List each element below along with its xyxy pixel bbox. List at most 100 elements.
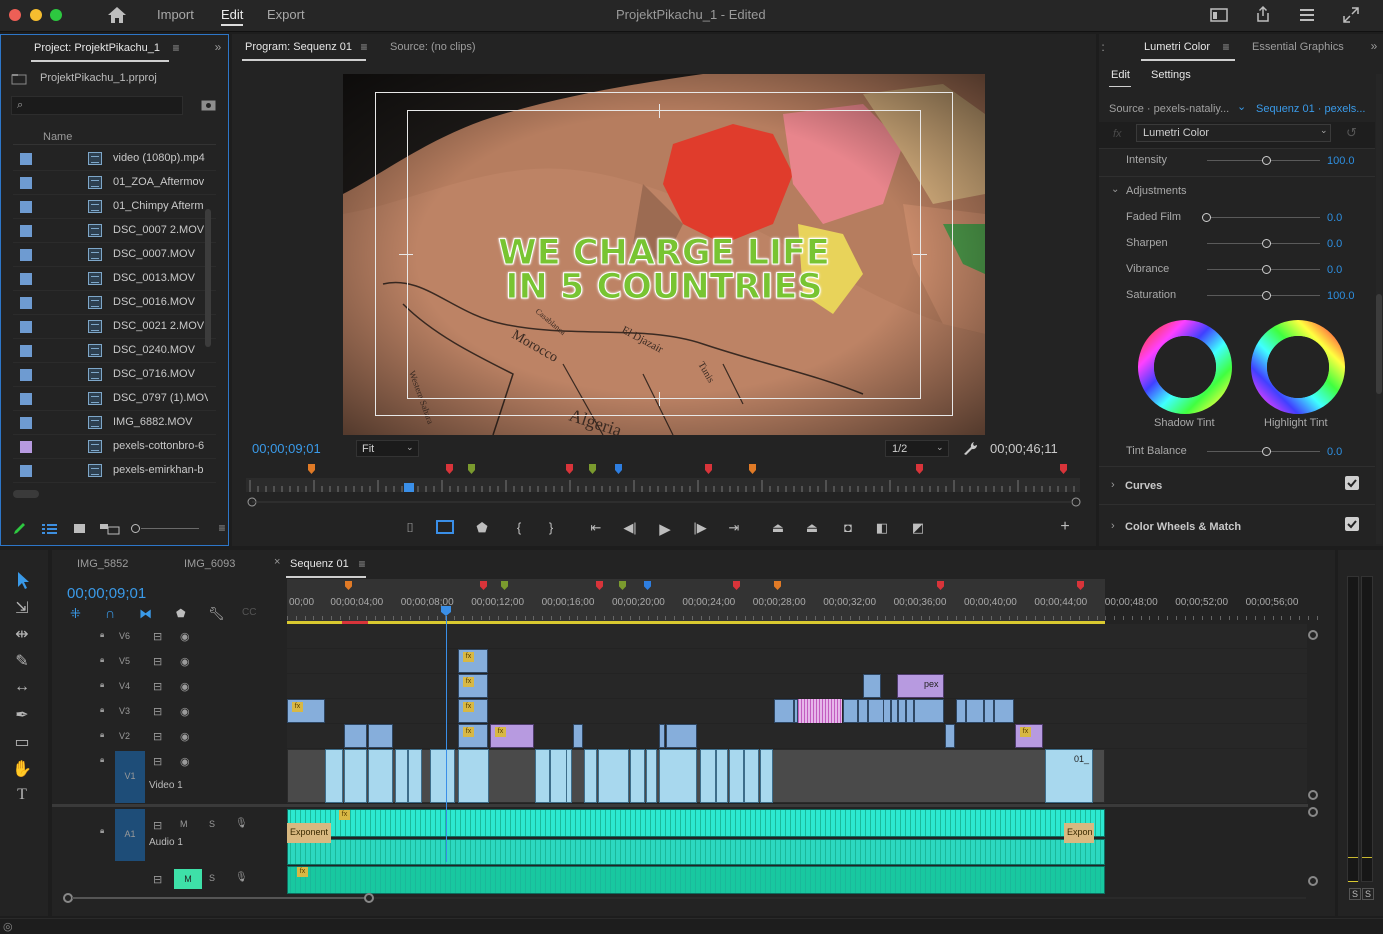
clip[interactable] bbox=[368, 749, 393, 803]
color-wheels-checkbox[interactable] bbox=[1345, 517, 1359, 531]
eye-icon[interactable]: ◉ bbox=[180, 655, 194, 668]
new-bin-icon[interactable] bbox=[201, 99, 216, 111]
sequence-marker[interactable] bbox=[1060, 464, 1067, 474]
lock-icon[interactable]: 🔒︎ bbox=[100, 730, 110, 742]
label-color-swatch[interactable] bbox=[20, 465, 32, 477]
sequence-marker[interactable] bbox=[446, 464, 453, 474]
adjustments-label[interactable]: Adjustments bbox=[1126, 185, 1187, 197]
step-back-button[interactable]: ◀| bbox=[620, 520, 640, 536]
label-color-swatch[interactable] bbox=[20, 201, 32, 213]
label-color-swatch[interactable] bbox=[20, 153, 32, 165]
search-input[interactable]: ⌕ bbox=[11, 96, 183, 115]
hscroll-thumb[interactable] bbox=[72, 897, 366, 899]
label-color-swatch[interactable] bbox=[20, 177, 32, 189]
lift-button[interactable]: ⏏ bbox=[768, 520, 788, 536]
sequence-marker[interactable] bbox=[749, 464, 756, 474]
clip[interactable] bbox=[430, 749, 455, 803]
timeline-marker[interactable] bbox=[774, 581, 781, 590]
lumetri-scrollbar[interactable] bbox=[1376, 74, 1382, 544]
panel-layout-icon[interactable] bbox=[1210, 7, 1228, 23]
list-item[interactable]: IMG_6882.MOV bbox=[13, 411, 216, 435]
list-item[interactable]: pexels-emirkhan-b bbox=[13, 459, 216, 483]
clip[interactable] bbox=[966, 699, 984, 723]
list-item[interactable]: pexels-cottonbro-6 bbox=[13, 435, 216, 459]
tab-essential-graphics[interactable]: Essential Graphics bbox=[1252, 41, 1344, 53]
slider-value[interactable]: 100.0 bbox=[1327, 290, 1355, 302]
clip[interactable] bbox=[700, 749, 716, 803]
sync-lock-icon[interactable]: ⊟ bbox=[153, 755, 167, 768]
lock-icon[interactable]: 🔒︎ bbox=[100, 630, 110, 642]
mark-out-button[interactable]: } bbox=[541, 520, 561, 535]
selection-tool-icon[interactable] bbox=[12, 570, 34, 590]
track-label-v4[interactable]: V4 bbox=[119, 681, 149, 693]
mute-button[interactable]: M bbox=[180, 819, 192, 831]
add-marker-icon[interactable]: ⬟ bbox=[176, 607, 186, 620]
audio-clip-a1-top[interactable] bbox=[287, 809, 1105, 837]
tab-img-5852[interactable]: IMG_5852 bbox=[77, 558, 128, 570]
clip[interactable] bbox=[344, 724, 367, 748]
curves-checkbox[interactable] bbox=[1345, 476, 1359, 490]
sequence-marker[interactable] bbox=[589, 464, 596, 474]
hand-tool-icon[interactable]: ✋ bbox=[10, 759, 34, 779]
timeline-marker[interactable] bbox=[1077, 581, 1084, 590]
clip[interactable] bbox=[729, 749, 744, 803]
timeline-marker[interactable] bbox=[501, 581, 508, 590]
play-button[interactable]: ▶ bbox=[655, 520, 675, 538]
timeline-marker[interactable] bbox=[480, 581, 487, 590]
tint-balance-knob[interactable] bbox=[1262, 447, 1271, 456]
list-item[interactable]: DSC_0240.MOV bbox=[13, 339, 216, 363]
zoom-window-button[interactable] bbox=[50, 9, 62, 21]
shadow-tint-wheel[interactable] bbox=[1137, 319, 1233, 415]
solo-button[interactable]: S bbox=[209, 819, 221, 831]
sync-lock-icon[interactable]: ⊟ bbox=[153, 705, 167, 718]
list-item[interactable]: DSC_0013.MOV bbox=[13, 267, 216, 291]
list-item[interactable]: DSC_0716.MOV bbox=[13, 363, 216, 387]
clip[interactable]: fx bbox=[458, 649, 488, 673]
timeline-timecode[interactable]: 00;00;09;01 bbox=[67, 585, 146, 602]
eye-icon[interactable]: ◉ bbox=[180, 680, 194, 693]
microphone-icon[interactable]: 🎙︎ bbox=[235, 872, 248, 884]
slider-knob[interactable] bbox=[1202, 213, 1211, 222]
color-wheels-section[interactable]: Color Wheels & Match bbox=[1125, 521, 1241, 533]
monitor-mini-timeline[interactable] bbox=[246, 460, 1082, 510]
transition-exponent-left[interactable]: Exponent bbox=[287, 823, 331, 843]
video-frame[interactable]: Morocco Algeria El Djazair Tunis Western… bbox=[343, 74, 985, 435]
icon-view-icon[interactable] bbox=[73, 523, 87, 535]
overlay-title[interactable]: WE CHARGE LIFE IN 5 COUNTRIES bbox=[483, 235, 845, 305]
chevron-down-icon[interactable]: ⌄ bbox=[1237, 100, 1246, 113]
lock-icon[interactable]: 🔒︎ bbox=[100, 680, 110, 692]
nav-export[interactable]: Export bbox=[267, 7, 305, 22]
linked-selection-icon[interactable]: ⧓ bbox=[139, 606, 152, 622]
list-item[interactable]: DSC_0007.MOV bbox=[13, 243, 216, 267]
lock-icon[interactable]: 🔒︎ bbox=[100, 755, 110, 767]
tab-lumetri[interactable]: Lumetri Color bbox=[1144, 41, 1210, 53]
clip[interactable] bbox=[863, 674, 881, 698]
sequence-marker[interactable] bbox=[916, 464, 923, 474]
lumetri-menu-icon[interactable]: ≡ bbox=[1219, 40, 1233, 54]
vscroll-handle-bottom[interactable] bbox=[1308, 790, 1318, 800]
label-color-swatch[interactable] bbox=[20, 321, 32, 333]
list-item[interactable]: DSC_0016.MOV bbox=[13, 291, 216, 315]
nest-toggle-icon[interactable]: ⁜ bbox=[70, 606, 81, 622]
home-icon[interactable] bbox=[107, 6, 127, 24]
lumetri-overflow-icon[interactable]: » bbox=[1367, 39, 1381, 53]
insert-icon[interactable]: ⌷ bbox=[400, 520, 420, 536]
tab-program[interactable]: Program: Sequenz 01 bbox=[245, 41, 352, 53]
effect-select[interactable]: Lumetri Color ⌄ bbox=[1136, 124, 1331, 142]
av-divider[interactable] bbox=[52, 804, 1308, 807]
panel-overflow-icon[interactable]: » bbox=[211, 40, 225, 54]
rectangle-tool-icon[interactable]: ▭ bbox=[10, 732, 34, 752]
zoom-slider[interactable] bbox=[131, 524, 201, 534]
ripple-edit-tool-icon[interactable]: ⇹ bbox=[10, 624, 34, 644]
list-item[interactable]: DSC_0797 (1).MOV bbox=[13, 387, 216, 411]
type-tool-icon[interactable]: T bbox=[10, 786, 34, 804]
hscroll-handle-right[interactable] bbox=[364, 893, 374, 903]
slider-knob[interactable] bbox=[1262, 239, 1271, 248]
project-menu-icon[interactable]: ≡ bbox=[215, 521, 229, 535]
clip[interactable] bbox=[535, 749, 550, 803]
track-label-v2[interactable]: V2 bbox=[119, 731, 149, 743]
clip[interactable] bbox=[914, 699, 944, 723]
column-name-header[interactable]: Name bbox=[43, 131, 72, 143]
resolution-select[interactable]: 1/2 ⌄ bbox=[885, 440, 949, 457]
playhead-timecode[interactable]: 00;00;09;01 bbox=[252, 441, 321, 456]
